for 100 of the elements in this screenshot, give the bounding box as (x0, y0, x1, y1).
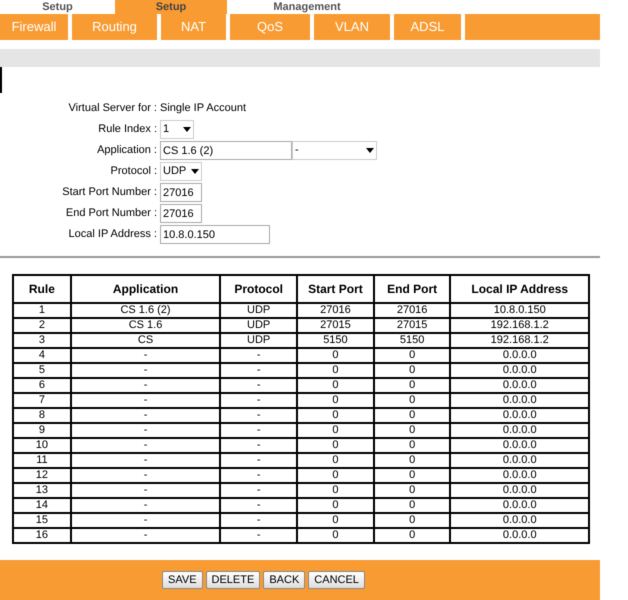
table-cell: - (70, 423, 220, 438)
table-cell: 0.0.0.0 (450, 363, 589, 378)
table-cell: - (220, 363, 298, 378)
table-cell: 0.0.0.0 (450, 528, 589, 543)
table-cell: 0.0.0.0 (450, 468, 589, 483)
table-cell: 0 (374, 498, 450, 513)
table-cell: 0.0.0.0 (450, 483, 589, 498)
table-cell: 0 (374, 363, 450, 378)
table-cell: 27015 (297, 318, 374, 333)
column-header: Rule (13, 275, 71, 303)
table-cell: - (70, 408, 220, 423)
table-cell: - (220, 393, 298, 408)
table-cell: - (220, 408, 298, 423)
table-cell: 27016 (297, 303, 374, 318)
table-cell: 0 (297, 423, 374, 438)
table-cell: 3 (13, 333, 71, 348)
table-cell: - (70, 393, 220, 408)
field-label: End Port Number : (64, 206, 158, 222)
input-field[interactable]: 27016 (160, 183, 202, 202)
top-tab[interactable]: Setup (115, 0, 227, 14)
field-label: Start Port Number : (61, 185, 158, 200)
table-cell: - (70, 498, 220, 513)
table-cell: 0.0.0.0 (450, 408, 589, 423)
table-cell: 7 (13, 393, 71, 408)
table-cell: 0 (297, 468, 374, 483)
field-label: Local IP Address : (68, 227, 158, 242)
table-cell: 192.168.1.2 (450, 333, 589, 348)
field-label: Virtual Server for : (68, 101, 158, 116)
table-cell: UDP (220, 333, 298, 348)
table-cell: - (70, 513, 220, 528)
table-cell: 11 (13, 453, 71, 468)
table-cell: 1 (13, 303, 71, 318)
table-cell: 0.0.0.0 (450, 423, 589, 438)
table-cell: 9 (13, 423, 71, 438)
table-cell: 0.0.0.0 (450, 378, 589, 393)
table-cell: - (70, 363, 220, 378)
column-header: End Port (374, 275, 450, 303)
table-cell: 0 (297, 393, 374, 408)
input-field[interactable]: 27016 (160, 204, 202, 223)
table-cell: - (220, 453, 298, 468)
caret-icon (366, 148, 374, 153)
input-field[interactable]: 10.8.0.150 (160, 225, 270, 244)
table-cell: 0 (374, 438, 450, 453)
table-cell: 2 (13, 318, 71, 333)
table-cell: - (220, 498, 298, 513)
field-label: Application : (96, 143, 158, 158)
column-header: Local IP Address (450, 275, 589, 303)
table-cell: 12 (13, 468, 71, 483)
table-cell: - (220, 348, 298, 363)
action-button[interactable]: DELETE (206, 571, 260, 589)
action-button[interactable]: BACK (263, 571, 306, 589)
dropdown[interactable]: UDP (160, 162, 202, 181)
caret-icon (191, 169, 199, 174)
table-cell: 14 (13, 498, 71, 513)
table-cell: 0 (374, 483, 450, 498)
dropdown[interactable]: - (292, 141, 377, 160)
table-cell: 0 (374, 468, 450, 483)
table-cell: 0 (297, 438, 374, 453)
table-cell: 0 (297, 528, 374, 543)
table-cell: 5150 (297, 333, 374, 348)
input-field[interactable]: CS 1.6 (2) (160, 141, 292, 160)
table-cell: - (70, 468, 220, 483)
table-cell: 0 (374, 378, 450, 393)
table-cell: - (220, 468, 298, 483)
table-cell: 5150 (374, 333, 450, 348)
column-header: Protocol (220, 275, 298, 303)
action-button[interactable]: SAVE (162, 571, 203, 589)
table-cell: - (70, 453, 220, 468)
dropdown[interactable]: 1 (160, 120, 194, 139)
table-cell: 0 (297, 513, 374, 528)
table-cell: 6 (13, 378, 71, 393)
table-cell: 27016 (374, 303, 450, 318)
table-cell: 0 (297, 378, 374, 393)
table-cell: - (220, 483, 298, 498)
table-cell: 4 (13, 348, 71, 363)
table-cell: 16 (13, 528, 71, 543)
action-button[interactable]: CANCEL (308, 571, 365, 589)
table-cell: - (220, 513, 298, 528)
table-cell: 0 (297, 498, 374, 513)
table-cell: 0.0.0.0 (450, 438, 589, 453)
table-cell: 0 (297, 408, 374, 423)
table-cell: 13 (13, 483, 71, 498)
table-cell: 0 (297, 453, 374, 468)
table-cell: 0 (297, 348, 374, 363)
table-cell: CS 1.6 (70, 318, 220, 333)
table-cell: 0 (374, 348, 450, 363)
table-cell: 192.168.1.2 (450, 318, 589, 333)
table-cell: 0 (297, 363, 374, 378)
table-cell: 10 (13, 438, 71, 453)
table-cell: - (220, 378, 298, 393)
table-cell: 0.0.0.0 (450, 498, 589, 513)
caret-icon (183, 127, 191, 132)
table-cell: 0.0.0.0 (450, 453, 589, 468)
table-cell: 15 (13, 513, 71, 528)
table-cell: 0 (374, 393, 450, 408)
table-cell: 27015 (374, 318, 450, 333)
table-cell: 10.8.0.150 (450, 303, 589, 318)
field-label: Protocol : (110, 164, 158, 180)
table-cell: 0.0.0.0 (450, 513, 589, 528)
table-cell: 0 (374, 423, 450, 438)
